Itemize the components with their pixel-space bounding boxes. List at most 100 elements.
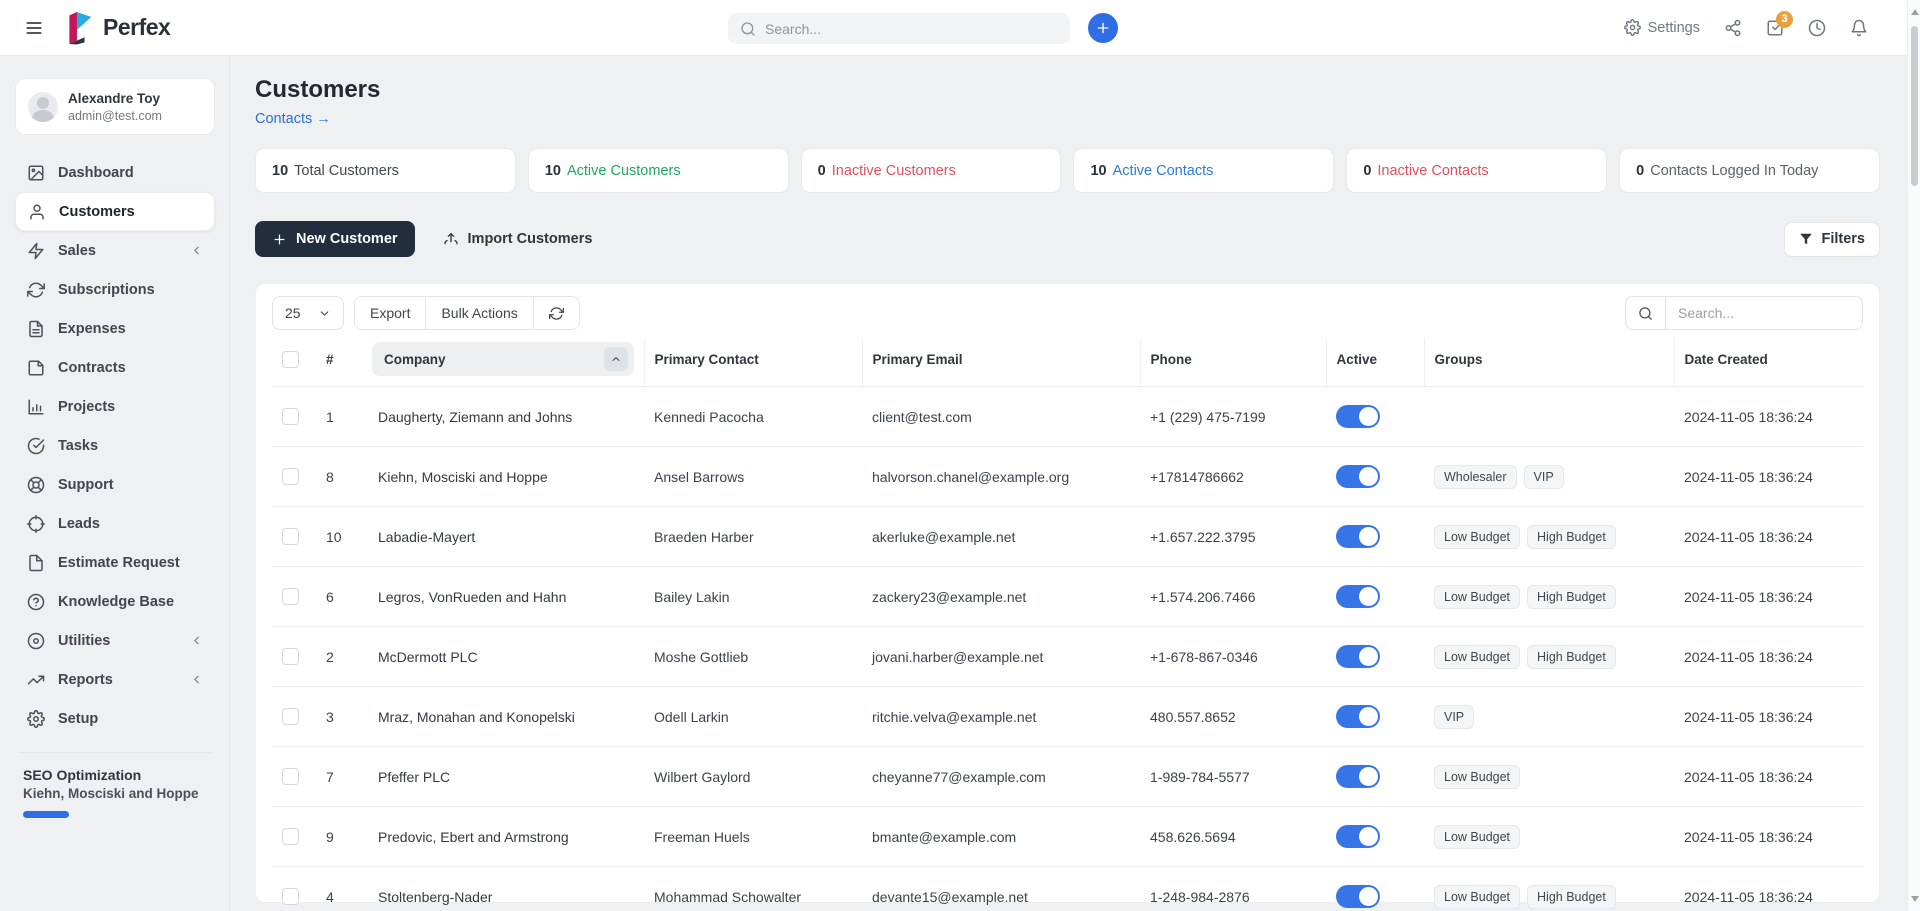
- menu-toggle-icon[interactable]: [24, 18, 44, 38]
- select-all-checkbox[interactable]: [282, 351, 299, 368]
- row-checkbox[interactable]: [282, 828, 299, 845]
- settings-button[interactable]: Settings: [1624, 19, 1700, 36]
- sidebar-item-customers[interactable]: Customers: [15, 192, 215, 231]
- row-checkbox[interactable]: [282, 888, 299, 905]
- company-link[interactable]: Mraz, Monahan and Konopelski: [368, 687, 644, 747]
- column-header-company[interactable]: Company: [372, 342, 634, 376]
- active-toggle[interactable]: [1336, 405, 1380, 428]
- sidebar-item-utilities[interactable]: Utilities: [15, 621, 215, 660]
- table-search-input[interactable]: [1665, 296, 1863, 330]
- active-toggle[interactable]: [1336, 525, 1380, 548]
- new-customer-button[interactable]: New Customer: [255, 221, 415, 257]
- sidebar-item-label: Setup: [58, 711, 98, 727]
- sidebar-item-expenses[interactable]: Expenses: [15, 309, 215, 348]
- notifications-button[interactable]: [1850, 19, 1868, 37]
- active-toggle[interactable]: [1336, 645, 1380, 668]
- sidebar-item-subscriptions[interactable]: Subscriptions: [15, 270, 215, 309]
- sidebar-item-projects[interactable]: Projects: [15, 387, 215, 426]
- row-checkbox[interactable]: [282, 648, 299, 665]
- row-checkbox[interactable]: [282, 708, 299, 725]
- sidebar-item-label: Projects: [58, 399, 115, 415]
- user-card[interactable]: Alexandre Toy admin@test.com: [15, 78, 215, 135]
- refresh-button[interactable]: [534, 297, 579, 329]
- tasks-button[interactable]: 3: [1766, 19, 1784, 37]
- filters-label: Filters: [1821, 231, 1865, 247]
- sidebar-item-tasks[interactable]: Tasks: [15, 426, 215, 465]
- group-badge: Low Budget: [1434, 765, 1520, 789]
- row-checkbox[interactable]: [282, 408, 299, 425]
- sidebar-item-contracts[interactable]: Contracts: [15, 348, 215, 387]
- sidebar-item-knowledge-base[interactable]: Knowledge Base: [15, 582, 215, 621]
- group-badge: Low Budget: [1434, 825, 1520, 849]
- sort-ascending-button[interactable]: [604, 347, 628, 371]
- contacts-link[interactable]: Contacts →: [255, 111, 331, 127]
- row-checkbox[interactable]: [282, 768, 299, 785]
- sidebar-item-estimate-request[interactable]: Estimate Request: [15, 543, 215, 582]
- tasks-count-badge: 3: [1776, 11, 1793, 28]
- active-toggle[interactable]: [1336, 885, 1380, 908]
- row-checkbox[interactable]: [282, 528, 299, 545]
- active-toggle[interactable]: [1336, 765, 1380, 788]
- toolbar: New Customer Import Customers Filters: [255, 221, 1880, 257]
- column-header-groups[interactable]: Groups: [1424, 338, 1674, 387]
- primary-email: ritchie.velva@example.net: [862, 687, 1140, 747]
- row-checkbox[interactable]: [282, 588, 299, 605]
- scrollbar-up-arrow[interactable]: [1911, 9, 1919, 15]
- sidebar-project-widget[interactable]: SEO Optimization Kiehn, Mosciski and Hop…: [15, 753, 215, 818]
- primary-email: akerluke@example.net: [862, 507, 1140, 567]
- row-checkbox[interactable]: [282, 468, 299, 485]
- company-link[interactable]: Daugherty, Ziemann and Johns: [368, 387, 644, 447]
- bulk-actions-button[interactable]: Bulk Actions: [426, 297, 533, 329]
- phone: +17814786662: [1140, 447, 1326, 507]
- active-toggle[interactable]: [1336, 585, 1380, 608]
- group-badge: Low Budget: [1434, 645, 1520, 669]
- sidebar-item-dashboard[interactable]: Dashboard: [15, 153, 215, 192]
- row-number: 1: [316, 387, 368, 447]
- global-search[interactable]: [728, 13, 1070, 44]
- page-size-select[interactable]: 25: [272, 296, 344, 330]
- column-header-primary-contact[interactable]: Primary Contact: [644, 338, 862, 387]
- company-link[interactable]: Kiehn, Mosciski and Hoppe: [368, 447, 644, 507]
- table-search: [1625, 296, 1863, 330]
- active-toggle[interactable]: [1336, 825, 1380, 848]
- company-link[interactable]: Legros, VonRueden and Hahn: [368, 567, 644, 627]
- sidebar-item-support[interactable]: Support: [15, 465, 215, 504]
- clock-icon: [1808, 19, 1826, 37]
- company-link[interactable]: Labadie-Mayert: [368, 507, 644, 567]
- company-link[interactable]: McDermott PLC: [368, 627, 644, 687]
- table-row: 7 Pfeffer PLC Wilbert Gaylord cheyanne77…: [272, 747, 1863, 807]
- brand-logo[interactable]: Perfex: [66, 11, 170, 45]
- company-link[interactable]: Pfeffer PLC: [368, 747, 644, 807]
- company-link[interactable]: Predovic, Ebert and Armstrong: [368, 807, 644, 867]
- column-header-active[interactable]: Active: [1326, 338, 1424, 387]
- scrollbar-thumb[interactable]: [1911, 26, 1918, 186]
- share-button[interactable]: [1724, 19, 1742, 37]
- quick-create-button[interactable]: [1088, 13, 1118, 43]
- reports-icon: [27, 671, 45, 689]
- export-button[interactable]: Export: [355, 297, 426, 329]
- sidebar-item-reports[interactable]: Reports: [15, 660, 215, 699]
- table-row: 8 Kiehn, Mosciski and Hoppe Ansel Barrow…: [272, 447, 1863, 507]
- global-search-input[interactable]: [765, 21, 1058, 37]
- active-toggle[interactable]: [1336, 705, 1380, 728]
- chevron-left-icon: [190, 244, 203, 257]
- filters-button[interactable]: Filters: [1784, 222, 1880, 257]
- column-header-date-created[interactable]: Date Created: [1674, 338, 1863, 387]
- column-header-phone[interactable]: Phone: [1140, 338, 1326, 387]
- sidebar-item-leads[interactable]: Leads: [15, 504, 215, 543]
- company-link[interactable]: Stoltenberg-Nader: [368, 867, 644, 911]
- user-name: Alexandre Toy: [68, 90, 162, 108]
- group-badge: High Budget: [1527, 885, 1616, 909]
- date-created: 2024-11-05 18:36:24: [1674, 507, 1863, 567]
- timers-button[interactable]: [1808, 19, 1826, 37]
- column-header-num[interactable]: #: [316, 338, 368, 387]
- active-toggle[interactable]: [1336, 465, 1380, 488]
- card-label: Contacts Logged In Today: [1650, 163, 1818, 179]
- summary-cards: 10 Total Customers 10 Active Customers 0…: [255, 148, 1880, 193]
- sidebar-item-sales[interactable]: Sales: [15, 231, 215, 270]
- import-customers-button[interactable]: Import Customers: [433, 221, 603, 257]
- sidebar-item-setup[interactable]: Setup: [15, 699, 215, 738]
- scrollbar-down-arrow[interactable]: [1911, 896, 1919, 902]
- page-scrollbar[interactable]: [1907, 0, 1920, 911]
- column-header-primary-email[interactable]: Primary Email: [862, 338, 1140, 387]
